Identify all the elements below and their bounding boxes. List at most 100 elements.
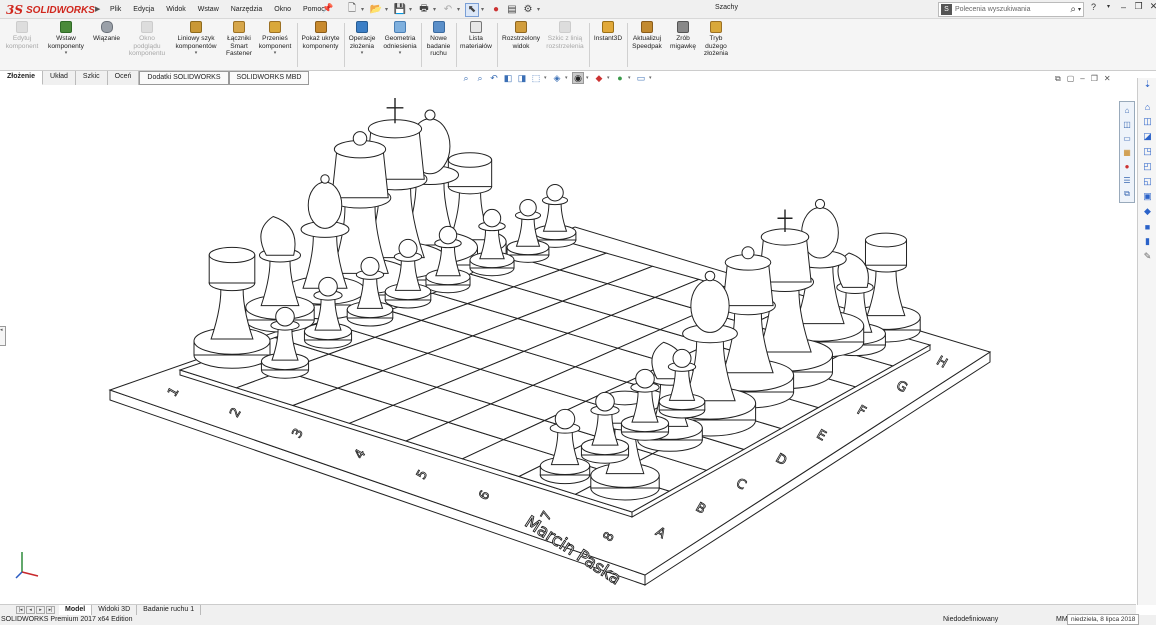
mate-button[interactable]: Wiązanie [90, 21, 123, 43]
open-folder-icon[interactable]: 📂 [369, 3, 383, 17]
search-box[interactable]: S Polecenia wyszukiwania ⌕ ▾ [938, 2, 1084, 17]
next-tab-icon[interactable]: ▸ [36, 606, 45, 614]
chevron-down-icon[interactable]: ▾ [586, 75, 591, 81]
chevron-down-icon[interactable]: ▾ [385, 6, 391, 13]
edit-appearance-icon[interactable]: ◆ [593, 72, 605, 84]
chevron-down-icon[interactable]: ▾ [537, 6, 543, 13]
view-orientation-icon[interactable]: ⬚ [530, 72, 542, 84]
edit-component-button[interactable]: Edytuj komponent [3, 21, 41, 50]
move-component-button[interactable]: Przenieś komponent ▾ [256, 21, 294, 58]
chevron-down-icon[interactable]: ▾ [481, 6, 487, 13]
new-motion-study-button[interactable]: Nowe badanie ruchu [423, 21, 454, 58]
close-icon[interactable]: ✕ [1148, 1, 1156, 12]
forum-icon[interactable]: ◆ [1141, 205, 1154, 218]
logo-arrow-icon[interactable]: ▶ [95, 5, 100, 13]
graphics-area[interactable]: 1 2 3 4 5 6 7 8 A B C D E F G H Marcin Paska [0, 86, 1136, 604]
tab-solidworks-mbd[interactable]: SOLIDWORKS MBD [228, 71, 310, 85]
new-document-icon[interactable]: 🗋 [345, 3, 359, 17]
tab-evaluate[interactable]: Oceń [108, 71, 140, 85]
restore-icon[interactable]: ❐ [1091, 74, 1098, 84]
zoom-to-fit-icon[interactable]: ⌕ [460, 72, 472, 84]
chevron-down-icon[interactable]: ▾ [274, 50, 277, 58]
tab-sketch[interactable]: Szkic [76, 71, 108, 85]
chevron-down-icon[interactable]: ▾ [628, 75, 633, 81]
expand-arrow-icon[interactable]: ⇣ [1141, 78, 1154, 91]
chevron-down-icon[interactable]: ▾ [457, 6, 463, 13]
pencil-icon[interactable]: ✎ [1141, 250, 1154, 263]
select-arrow-icon[interactable]: ⬉ [465, 2, 479, 17]
exploded-view-button[interactable]: Rozstrzelony widok [500, 21, 542, 50]
tab-3d-views[interactable]: Widoki 3D [92, 605, 138, 615]
close-icon[interactable]: ✕ [1104, 74, 1111, 84]
assembly-features-button[interactable]: Operacje złożenia ▾ [345, 21, 379, 58]
save-icon[interactable]: 💾 [393, 3, 407, 17]
cylinder-icon[interactable]: ▮ [1141, 235, 1154, 248]
menu-file[interactable]: Plik [104, 6, 127, 13]
chevron-down-icon[interactable]: ▾ [1078, 6, 1081, 13]
dynamic-annotation-icon[interactable]: ◨ [516, 72, 528, 84]
tab-assembly[interactable]: Złożenie [0, 71, 44, 85]
explode-line-sketch-button[interactable]: Szkic z linią rozstrzelenia [544, 21, 586, 50]
large-assembly-mode-button[interactable]: Tryb dużego złożenia [700, 21, 732, 58]
home-icon[interactable]: ⌂ [1141, 100, 1154, 113]
chess-assembly-model[interactable]: 12345678 ABCDEFGHMarcin Paska [0, 86, 1136, 604]
feature-tree-handle[interactable]: ◂ [0, 326, 6, 346]
appearances-icon[interactable]: ◱ [1141, 175, 1154, 188]
chevron-down-icon[interactable]: ▾ [565, 75, 570, 81]
menu-view[interactable]: Widok [160, 6, 191, 13]
reference-geometry-button[interactable]: Geometria odniesienia ▾ [381, 21, 419, 58]
bill-of-materials-button[interactable]: Lista materiałów [458, 21, 494, 50]
file-explorer-icon[interactable]: ◳ [1141, 145, 1154, 158]
apply-scene-icon[interactable]: ● [614, 72, 626, 84]
update-speedpak-button[interactable]: Aktualizuj Speedpak [629, 21, 665, 50]
chevron-down-icon[interactable]: ▾ [1103, 3, 1114, 10]
first-tab-icon[interactable]: |◂ [16, 606, 25, 614]
display-style-icon[interactable]: ◈ [551, 72, 563, 84]
chevron-down-icon[interactable]: ▾ [409, 6, 415, 13]
search-icon[interactable]: ⌕ [1070, 4, 1076, 15]
section-view-icon[interactable]: ◧ [502, 72, 514, 84]
chevron-down-icon[interactable]: ▾ [544, 75, 549, 81]
appearances-icon[interactable]: ● [1121, 160, 1133, 172]
tab-layout[interactable]: Układ [43, 71, 76, 85]
solidworks-forum-icon[interactable]: ⧉ [1121, 188, 1133, 200]
last-tab-icon[interactable]: ▸| [46, 606, 55, 614]
design-library-icon[interactable]: ◪ [1141, 130, 1154, 143]
minimize-icon[interactable]: – [1118, 2, 1129, 12]
custom-properties-icon[interactable]: ☰ [1121, 174, 1133, 186]
tab-model[interactable]: Model [59, 605, 93, 615]
help-icon[interactable]: ? [1088, 2, 1099, 12]
menu-tools[interactable]: Narzędzia [225, 6, 269, 13]
3d-content-icon[interactable]: ◫ [1141, 115, 1154, 128]
previous-view-icon[interactable]: ↶ [488, 72, 500, 84]
chevron-down-icon[interactable]: ▾ [607, 75, 612, 81]
units-selector[interactable]: MM [1056, 616, 1068, 623]
zoom-to-area-icon[interactable]: ⌕ [474, 72, 486, 84]
chevron-down-icon[interactable]: ▾ [195, 50, 198, 58]
view-palette-icon[interactable]: ◰ [1141, 160, 1154, 173]
minimize-icon[interactable]: – [1080, 74, 1084, 84]
show-hidden-button[interactable]: Pokaż ukryte komponenty [299, 21, 342, 50]
chevron-down-icon[interactable]: ▾ [399, 50, 402, 58]
tab-solidworks-addins[interactable]: Dodatki SOLIDWORKS [139, 71, 229, 85]
menu-window[interactable]: Okno [268, 6, 297, 13]
print-icon[interactable]: 🖶 [417, 3, 431, 17]
chevron-down-icon[interactable]: ▾ [361, 6, 367, 13]
hidden-lines-visible-icon[interactable]: ◉ [572, 72, 584, 84]
file-explorer-icon[interactable]: ▭ [1121, 132, 1133, 144]
chevron-down-icon[interactable]: ▾ [433, 6, 439, 13]
view-settings-icon[interactable]: ▭ [635, 72, 647, 84]
options-gear-icon[interactable]: ⚙ [521, 3, 535, 17]
design-library-icon[interactable]: ◫ [1121, 118, 1133, 130]
traffic-light-icon[interactable]: ● [489, 3, 503, 17]
solidworks-logo[interactable]: 3S SOLIDWORKS [6, 2, 95, 18]
custom-properties-icon[interactable]: ▣ [1141, 190, 1154, 203]
take-snapshot-button[interactable]: Zrób migawkę [667, 21, 699, 50]
solidworks-resources-icon[interactable]: ⌂ [1121, 104, 1133, 116]
cube-icon[interactable]: ■ [1141, 220, 1154, 233]
tab-motion-study[interactable]: Badanie ruchu 1 [137, 605, 202, 615]
restore-icon[interactable]: ❐ [1133, 1, 1144, 12]
previous-doc-icon[interactable]: ⧉ [1055, 74, 1061, 84]
chevron-down-icon[interactable]: ▾ [65, 50, 68, 58]
tile-icon[interactable]: ▢ [1067, 74, 1075, 84]
